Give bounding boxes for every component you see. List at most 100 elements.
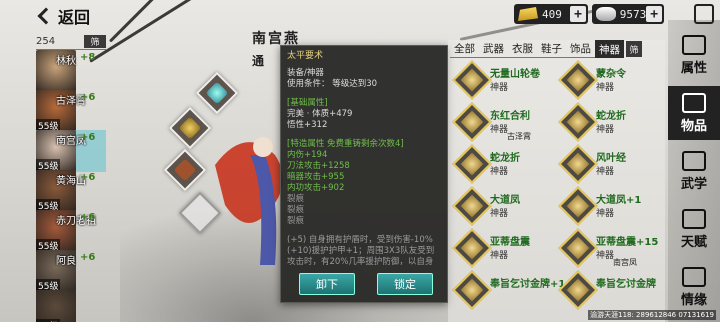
- base-attr-line: 悟性+312: [287, 120, 328, 130]
- item-name: 无量山轮卷: [490, 69, 540, 80]
- popup-condition: 使用条件： 等级达到30: [287, 79, 378, 89]
- nav-icon: [682, 208, 706, 229]
- special-attr-line: 暗器攻击+955: [287, 172, 345, 182]
- inventory-item[interactable]: 奉旨乞讨金牌: [558, 270, 663, 310]
- tab-5[interactable]: 神器: [595, 40, 624, 58]
- item-type: 神器: [490, 83, 509, 93]
- silver-counter: 9573 +: [592, 4, 664, 24]
- hero-card[interactable]: 阿良 +6 55级: [36, 250, 106, 292]
- level-filter: 254 筛: [36, 34, 106, 50]
- back-arrow-icon: [37, 7, 55, 25]
- tab-2[interactable]: 衣服: [508, 40, 537, 58]
- nav-icon: [682, 92, 706, 113]
- inventory-item[interactable]: 大道凤+1 神器: [558, 186, 663, 226]
- tab-1[interactable]: 武器: [479, 40, 508, 58]
- hero-card[interactable]: 林秋 +8: [36, 50, 106, 92]
- item-type: 神器: [596, 125, 615, 135]
- item-name: 亚蒂盘震+15: [596, 237, 659, 248]
- special-attr-line: 刀法攻击+1258: [287, 161, 350, 171]
- inventory-item[interactable]: 蒙杂令 神器: [558, 60, 663, 100]
- hero-plus: +8: [80, 52, 96, 63]
- slot-line: 裂痕: [287, 205, 305, 215]
- inventory-item[interactable]: 大道凤 神器: [452, 186, 557, 226]
- tab-4[interactable]: 饰品: [566, 40, 595, 58]
- item-name: 亚蒂盘震: [490, 237, 530, 248]
- silver-ingot-icon: [596, 7, 616, 21]
- footer-text: 渝游天涯118: 289612846 07131619: [588, 310, 716, 320]
- item-name: 大道凤: [490, 195, 520, 206]
- hero-card[interactable]: 南宫凤 +6 55级: [36, 130, 106, 172]
- item-equipped-by: 古泽霄: [507, 132, 531, 141]
- nav-label: 属性: [680, 60, 707, 76]
- hero-plus: +6: [80, 212, 96, 223]
- artifact-icon: [452, 270, 492, 310]
- artifact-icon: [558, 144, 598, 184]
- popup-title: 太平要术: [287, 51, 324, 61]
- back-button[interactable]: 返回: [36, 5, 90, 27]
- inventory-item[interactable]: 亚蒂盘震+15 神器 南宫凤: [558, 228, 663, 268]
- nav-2[interactable]: 武学: [670, 144, 718, 198]
- hero-name: 林秋: [56, 56, 76, 67]
- item-name: 蛇龙折: [490, 153, 520, 164]
- nav-0[interactable]: 属性: [670, 28, 718, 82]
- inventory-item[interactable]: 东红合利 神器 古泽霄: [452, 102, 557, 142]
- hero-plus: +6: [80, 92, 96, 103]
- base-attr-line: 完美 · 体质+479: [287, 109, 353, 119]
- special-attr-header: [特造属性 免费重铸剩余次数4]: [287, 139, 404, 149]
- hero-card[interactable]: 古泽霄 +6 55级: [36, 90, 106, 132]
- popup-description: (+5) 自身拥有护盾时，受到伤害-10%(+10)援护护甲+1；周围3X3队友…: [287, 235, 435, 267]
- add-gold-button[interactable]: +: [570, 6, 586, 22]
- item-filter-button[interactable]: 筛: [626, 41, 642, 57]
- nav-3[interactable]: 天赋: [670, 202, 718, 256]
- inventory-item[interactable]: 无量山轮卷 神器: [452, 60, 557, 100]
- item-name: 蒙杂令: [596, 69, 626, 80]
- item-name: 风叶经: [596, 153, 626, 164]
- inventory-item[interactable]: 蛇龙折 神器: [452, 144, 557, 184]
- gold-ingot-icon: [518, 7, 538, 21]
- hero-plus: +6: [80, 172, 96, 183]
- nav-icon: [682, 150, 706, 171]
- inventory-item[interactable]: 蛇龙折 神器: [558, 102, 663, 142]
- item-name: 大道凤+1: [596, 195, 642, 206]
- hero-filter-button[interactable]: 筛: [84, 35, 106, 48]
- add-silver-button[interactable]: +: [646, 6, 662, 22]
- inventory-item[interactable]: 奉旨乞讨金牌+1: [452, 270, 565, 310]
- hero-card[interactable]: 赤刀老祖 +6 55级: [36, 210, 106, 252]
- hero-card[interactable]: 黄海山 +6 55级: [36, 170, 106, 212]
- tab-0[interactable]: 全部: [450, 40, 479, 58]
- nav-label: 物品: [680, 118, 707, 134]
- nav-4[interactable]: 情缘: [670, 260, 718, 314]
- item-name: 东红合利: [490, 111, 530, 122]
- artifact-icon: [558, 102, 598, 142]
- popup-type: 装备/神器: [287, 68, 324, 78]
- unequip-button[interactable]: 卸下: [299, 273, 355, 295]
- artifact-icon: [558, 186, 598, 226]
- level-filter-value: 254: [36, 36, 56, 47]
- artifact-icon: [452, 228, 492, 268]
- inventory-item[interactable]: 风叶经 神器: [558, 144, 663, 184]
- artifact-icon: [558, 60, 598, 100]
- artifact-icon: [452, 186, 492, 226]
- gold-value: 409: [542, 7, 562, 21]
- slot-line: 裂痕: [287, 194, 305, 204]
- nav-label: 情缘: [680, 292, 707, 308]
- lock-button[interactable]: 锁定: [377, 273, 433, 295]
- base-attr-header: [基础属性]: [287, 98, 328, 108]
- tab-3[interactable]: 鞋子: [537, 40, 566, 58]
- special-attr-line: 内伤+194: [287, 150, 328, 160]
- item-type: 神器: [596, 209, 615, 219]
- nav-1[interactable]: 物品: [668, 86, 720, 140]
- menu-icon[interactable]: [694, 4, 714, 24]
- item-detail-popup: 太平要术 装备/神器 使用条件： 等级达到30 [基础属性] 完美 · 体质+4…: [280, 45, 448, 303]
- item-type: 神器: [596, 167, 615, 177]
- special-attr-line: 内功攻击+902: [287, 183, 345, 193]
- hero-portrait: [36, 290, 76, 322]
- inventory-item[interactable]: 亚蒂盘震 神器: [452, 228, 557, 268]
- hero-card[interactable]: 55级: [36, 290, 106, 322]
- back-label: 返回: [58, 8, 91, 27]
- item-type: 神器: [490, 251, 509, 261]
- character-subtitle: 通: [252, 54, 265, 68]
- artifact-icon: [558, 228, 598, 268]
- item-type: 神器: [490, 209, 509, 219]
- category-tabs: 全部 武器 衣服 鞋子 饰品 神器筛: [450, 40, 642, 58]
